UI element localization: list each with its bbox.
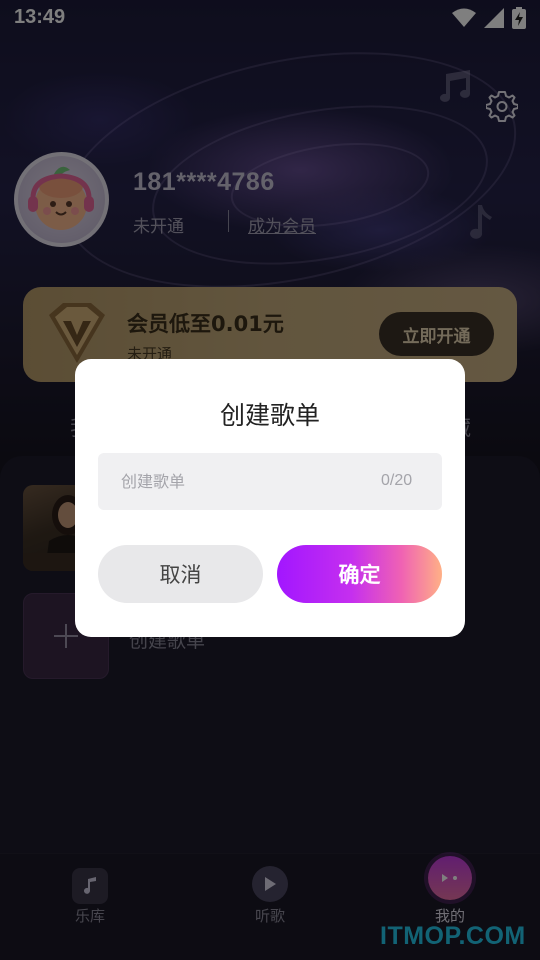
char-count: 0/20 bbox=[381, 472, 413, 489]
app-screen: 13:49 bbox=[0, 0, 540, 960]
dialog-title: 创建歌单 bbox=[219, 401, 320, 430]
create-playlist-dialog: 创建歌单 0/20 取消 确定 bbox=[75, 359, 465, 637]
cancel-button[interactable]: 取消 bbox=[98, 545, 263, 603]
confirm-button[interactable]: 确定 bbox=[277, 545, 442, 603]
